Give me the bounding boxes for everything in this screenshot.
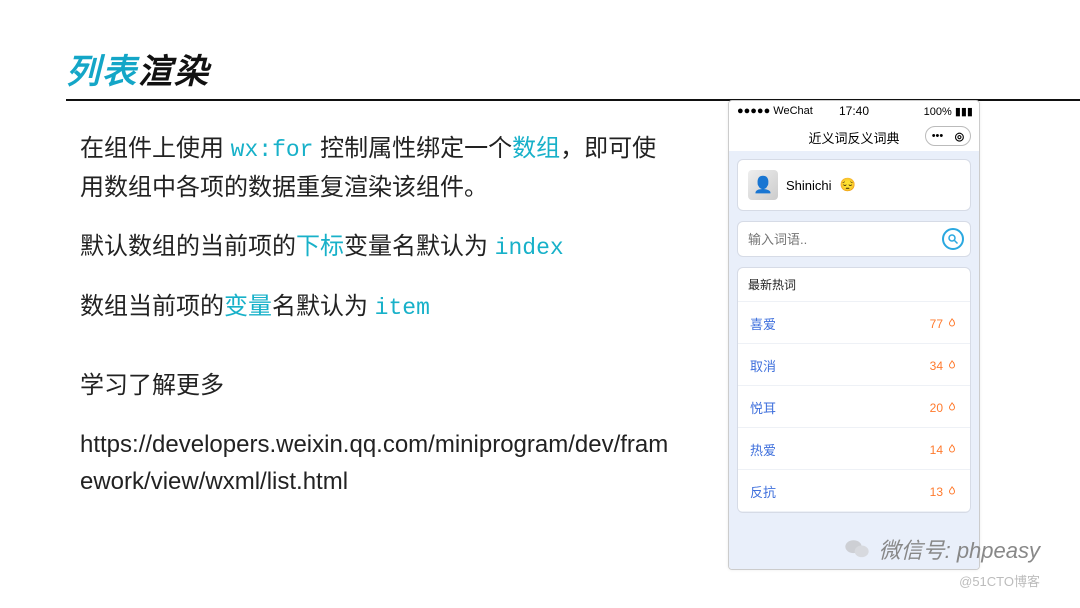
body-text: 在组件上使用 wx:for 控制属性绑定一个数组，即可使用数组中各项的数据重复渲… — [80, 130, 680, 523]
paragraph-2: 默认数组的当前项的下标变量名默认为 index — [80, 228, 680, 267]
close-target-icon: ◎ — [955, 130, 965, 143]
code-item: item — [375, 295, 430, 321]
count: 34 — [930, 359, 958, 373]
status-battery: 100% ▮▮▮ — [924, 105, 973, 118]
text: 变量名默认为 — [344, 233, 495, 260]
status-bar: ●●●●● WeChat 17:40 100% ▮▮▮ — [729, 101, 979, 123]
watermark: 微信号: phpeasy @51CTO博客 — [843, 533, 1040, 590]
watermark-sub: @51CTO博客 — [843, 571, 1040, 590]
text: 数组当前项的 — [80, 293, 224, 320]
heading-part2: 渲染 — [138, 53, 210, 91]
flame-icon — [946, 401, 958, 415]
flame-icon — [946, 317, 958, 331]
text: 名默认为 — [272, 293, 375, 320]
search-box[interactable] — [737, 221, 971, 257]
text: 控制属性绑定一个 — [314, 135, 513, 162]
app-body: 👤 Shinichi 😔 最新热词 喜爱 77 取消 34 — [729, 151, 979, 569]
count-value: 34 — [930, 359, 943, 373]
list-item[interactable]: 取消 34 — [738, 344, 970, 386]
flame-icon — [946, 443, 958, 457]
count: 13 — [930, 485, 958, 499]
user-card: 👤 Shinichi 😔 — [737, 159, 971, 211]
word: 反抗 — [750, 482, 776, 501]
paragraph-3: 数组当前项的变量名默认为 item — [80, 288, 680, 327]
count-value: 20 — [930, 401, 943, 415]
highlight-array: 数组 — [512, 135, 560, 162]
count-value: 77 — [930, 317, 943, 331]
paragraph-1: 在组件上使用 wx:for 控制属性绑定一个数组，即可使用数组中各项的数据重复渲… — [80, 130, 680, 206]
flame-icon — [946, 359, 958, 373]
capsule-button[interactable]: ••• ◎ — [925, 126, 971, 146]
text: 默认数组的当前项的 — [80, 233, 296, 260]
highlight-index-label: 下标 — [296, 233, 344, 260]
code-index: index — [495, 235, 564, 261]
app-header: 近义词反义词典 ••• ◎ — [729, 123, 979, 151]
list-header: 最新热词 — [738, 268, 970, 302]
user-emoji-icon: 😔 — [840, 177, 856, 193]
heading-part1: 列表 — [66, 53, 138, 91]
count: 77 — [930, 317, 958, 331]
learn-more-heading: 学习了解更多 — [80, 367, 680, 404]
app-title: 近义词反义词典 — [808, 128, 899, 147]
code-wx-for: wx:for — [231, 137, 314, 163]
hot-words-list: 最新热词 喜爱 77 取消 34 悦耳 20 热爱 14 — [737, 267, 971, 513]
text: 在组件上使用 — [80, 135, 231, 162]
wechat-icon — [843, 535, 871, 563]
learn-more-url: https://developers.weixin.qq.com/minipro… — [80, 426, 680, 500]
flame-icon — [946, 485, 958, 499]
list-item[interactable]: 热爱 14 — [738, 428, 970, 470]
phone-mockup: ●●●●● WeChat 17:40 100% ▮▮▮ 近义词反义词典 ••• … — [728, 100, 980, 570]
list-item[interactable]: 喜爱 77 — [738, 302, 970, 344]
watermark-text: 微信号: phpeasy — [879, 533, 1040, 565]
user-name: Shinichi — [786, 178, 832, 193]
more-icon: ••• — [932, 130, 944, 142]
word: 悦耳 — [750, 398, 776, 417]
section-header: 列表渲染 — [66, 44, 1080, 101]
list-item[interactable]: 悦耳 20 — [738, 386, 970, 428]
list-item[interactable]: 反抗 13 — [738, 470, 970, 512]
word: 取消 — [750, 356, 776, 375]
count-value: 13 — [930, 485, 943, 499]
search-icon[interactable] — [942, 228, 964, 250]
word: 热爱 — [750, 440, 776, 459]
count: 20 — [930, 401, 958, 415]
word: 喜爱 — [750, 314, 776, 333]
search-input[interactable] — [748, 232, 942, 247]
count: 14 — [930, 443, 958, 457]
count-value: 14 — [930, 443, 943, 457]
highlight-var-label: 变量 — [224, 293, 272, 320]
avatar: 👤 — [748, 170, 778, 200]
